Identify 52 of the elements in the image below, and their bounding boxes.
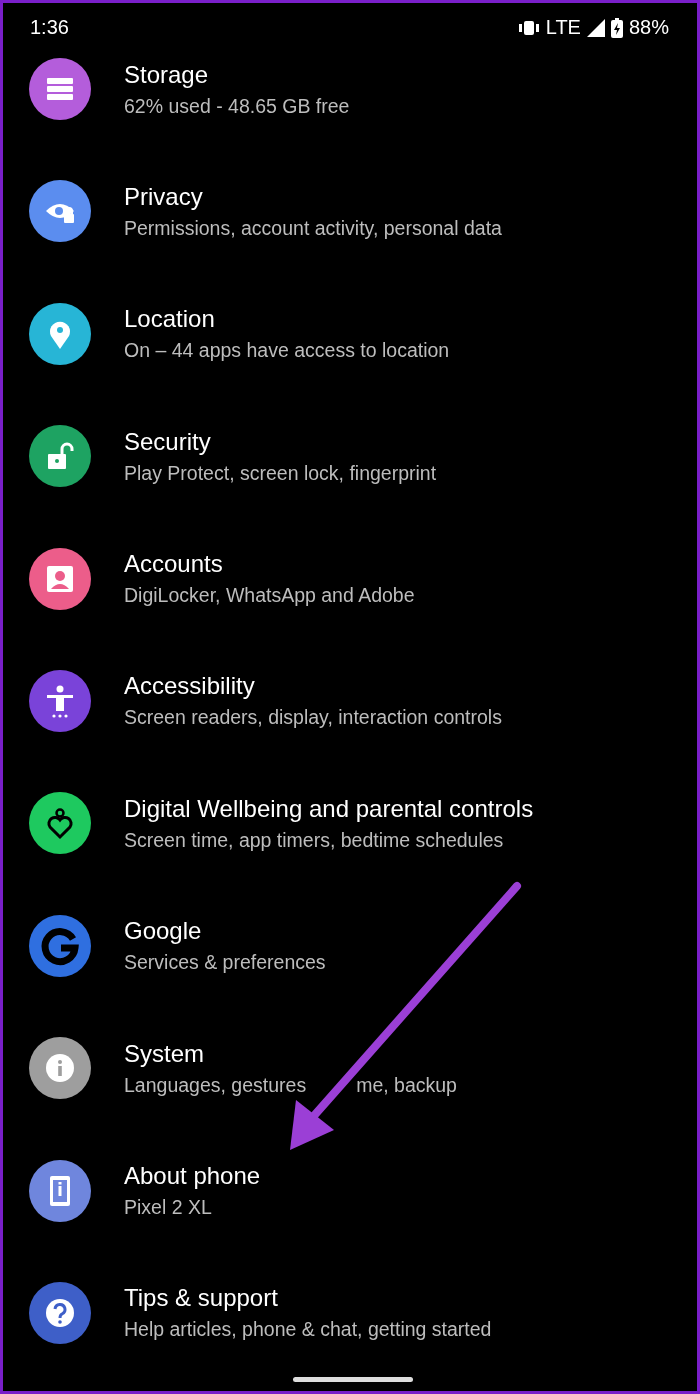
gesture-handle[interactable] (293, 1377, 413, 1382)
settings-item[interactable]: Location On – 44 apps have access to location (3, 287, 697, 380)
item-title: Tips & support (124, 1284, 279, 1313)
settings-item[interactable]: System Languages, gestures me, backup (3, 1022, 697, 1115)
accessibility-icon (47, 685, 73, 718)
settings-item[interactable]: About phone Pixel 2 XL (3, 1144, 697, 1237)
person-card-icon (47, 565, 73, 592)
item-subtitle: DigiLocker, WhatsApp and Adobe (124, 584, 415, 608)
network-type: LTE (545, 16, 581, 39)
item-title: Accessibility (124, 672, 256, 701)
location-pin-icon (50, 321, 70, 349)
item-subtitle: Pixel 2 XL (124, 1196, 213, 1219)
g-letter-icon (41, 927, 79, 965)
item-title: Accounts (124, 550, 224, 579)
info-icon (46, 1054, 74, 1083)
item-title: Storage (124, 60, 210, 89)
settings-item[interactable]: Google Services & preferences (3, 899, 697, 992)
item-subtitle: Screen time, app timers, bedtime schedules (124, 828, 505, 852)
item-title: Location (124, 305, 216, 334)
item-subtitle: Services & preferences (124, 951, 326, 975)
item-subtitle: Help articles, phone & chat, getting started (124, 1318, 492, 1342)
item-subtitle: me, backup (356, 1073, 457, 1097)
heart-person-icon (47, 808, 73, 839)
settings-item[interactable]: Security Play Protect, screen lock, fingerprint (3, 410, 697, 503)
eye-lock-icon (46, 204, 74, 224)
item-title: Digital Wellbeing and parental controls (124, 794, 534, 823)
help-icon (46, 1298, 74, 1327)
item-title: About phone (124, 1162, 261, 1190)
settings-item[interactable]: Accessibility Screen readers, display, interaction controls (3, 654, 697, 747)
vibrate-icon (517, 19, 540, 36)
item-subtitle: Languages, gestures (124, 1073, 307, 1097)
item-title: System (124, 1039, 205, 1068)
signal-icon (586, 18, 605, 37)
item-title: Google (124, 917, 203, 946)
item-title: Privacy (124, 182, 204, 211)
battery-icon (610, 17, 623, 38)
settings-item[interactable]: Accounts DigiLocker, WhatsApp and Adobe (3, 532, 697, 625)
storage-icon (47, 78, 73, 100)
open-lock-icon (48, 442, 74, 470)
settings-item[interactable]: Storage 62% used - 48.65 GB free (3, 43, 697, 135)
item-subtitle: Play Protect, screen lock, fingerprint (124, 461, 437, 485)
battery-percent: 88% (628, 16, 669, 39)
settings-item[interactable]: Digital Wellbeing and parental controls Screen time, app timers, bedtime schedules (3, 777, 697, 870)
settings-item[interactable]: Privacy Permissions, account activity, personal data (3, 165, 697, 258)
phone-icon (50, 1175, 70, 1206)
item-subtitle: 62% used - 48.65 GB free (124, 94, 350, 118)
item-subtitle: On – 44 apps have access to location (124, 339, 450, 363)
settings-item[interactable]: Tips & support Help articles, phone & chat, getting started (3, 1266, 697, 1359)
item-subtitle: Screen readers, display, interaction controls (124, 706, 502, 730)
item-title: Security (124, 427, 212, 456)
clock-time: 1:36 (30, 16, 69, 39)
item-subtitle: Permissions, account activity, personal data (124, 216, 502, 240)
